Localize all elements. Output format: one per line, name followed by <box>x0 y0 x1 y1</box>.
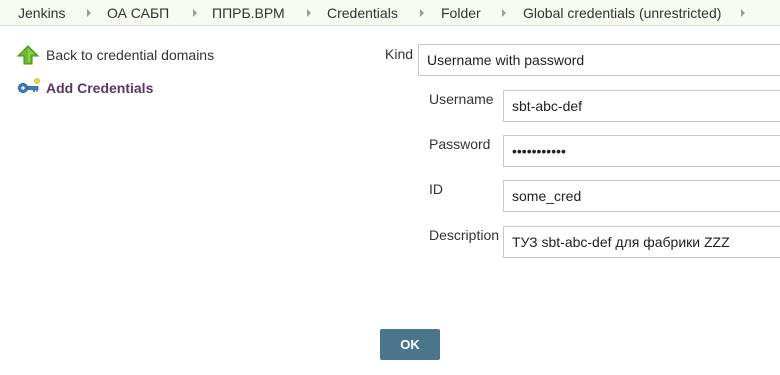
green-up-arrow-icon <box>17 45 39 65</box>
chevron-right-icon[interactable] <box>307 9 311 17</box>
breadcrumb-item-credentials[interactable]: Credentials <box>327 5 398 21</box>
key-icon <box>18 78 40 93</box>
password-label: Password <box>429 136 491 152</box>
back-link-label: Back to credential domains <box>46 47 215 63</box>
chevron-right-icon[interactable] <box>502 9 506 17</box>
breadcrumb-item-folder[interactable]: Folder <box>441 5 481 21</box>
ok-button[interactable]: OK <box>380 329 440 360</box>
breadcrumb: Jenkins ОА САБП ППРБ.ВРМ Credentials Fol… <box>0 0 780 26</box>
breadcrumb-item-oa-sabp[interactable]: ОА САБП <box>107 5 169 21</box>
description-field[interactable]: ТУЗ sbt-abc-def для фабрики ZZZ <box>503 226 780 258</box>
breadcrumb-item-jenkins[interactable]: Jenkins <box>18 5 65 21</box>
back-to-credential-domains-link[interactable]: Back to credential domains <box>17 45 217 67</box>
chevron-right-icon[interactable] <box>741 9 745 17</box>
id-field[interactable]: some_cred <box>503 180 780 212</box>
password-field[interactable]: ••••••••••• <box>503 135 780 167</box>
kind-select[interactable]: Username with password <box>418 44 780 76</box>
description-label: Description <box>429 227 500 243</box>
add-credentials-label: Add Credentials <box>46 80 154 96</box>
add-credentials-link[interactable]: Add Credentials <box>17 78 217 98</box>
breadcrumb-item-global-credentials[interactable]: Global credentials (unrestricted) <box>523 5 721 21</box>
id-label: ID <box>429 181 443 197</box>
chevron-right-icon[interactable] <box>193 9 197 17</box>
kind-label: Kind <box>385 46 414 62</box>
breadcrumb-item-pprb-vrm[interactable]: ППРБ.ВРМ <box>212 5 285 21</box>
chevron-right-icon[interactable] <box>420 9 424 17</box>
chevron-right-icon[interactable] <box>87 9 91 17</box>
username-label: Username <box>429 91 494 107</box>
username-field[interactable]: sbt-abc-def <box>503 90 780 122</box>
